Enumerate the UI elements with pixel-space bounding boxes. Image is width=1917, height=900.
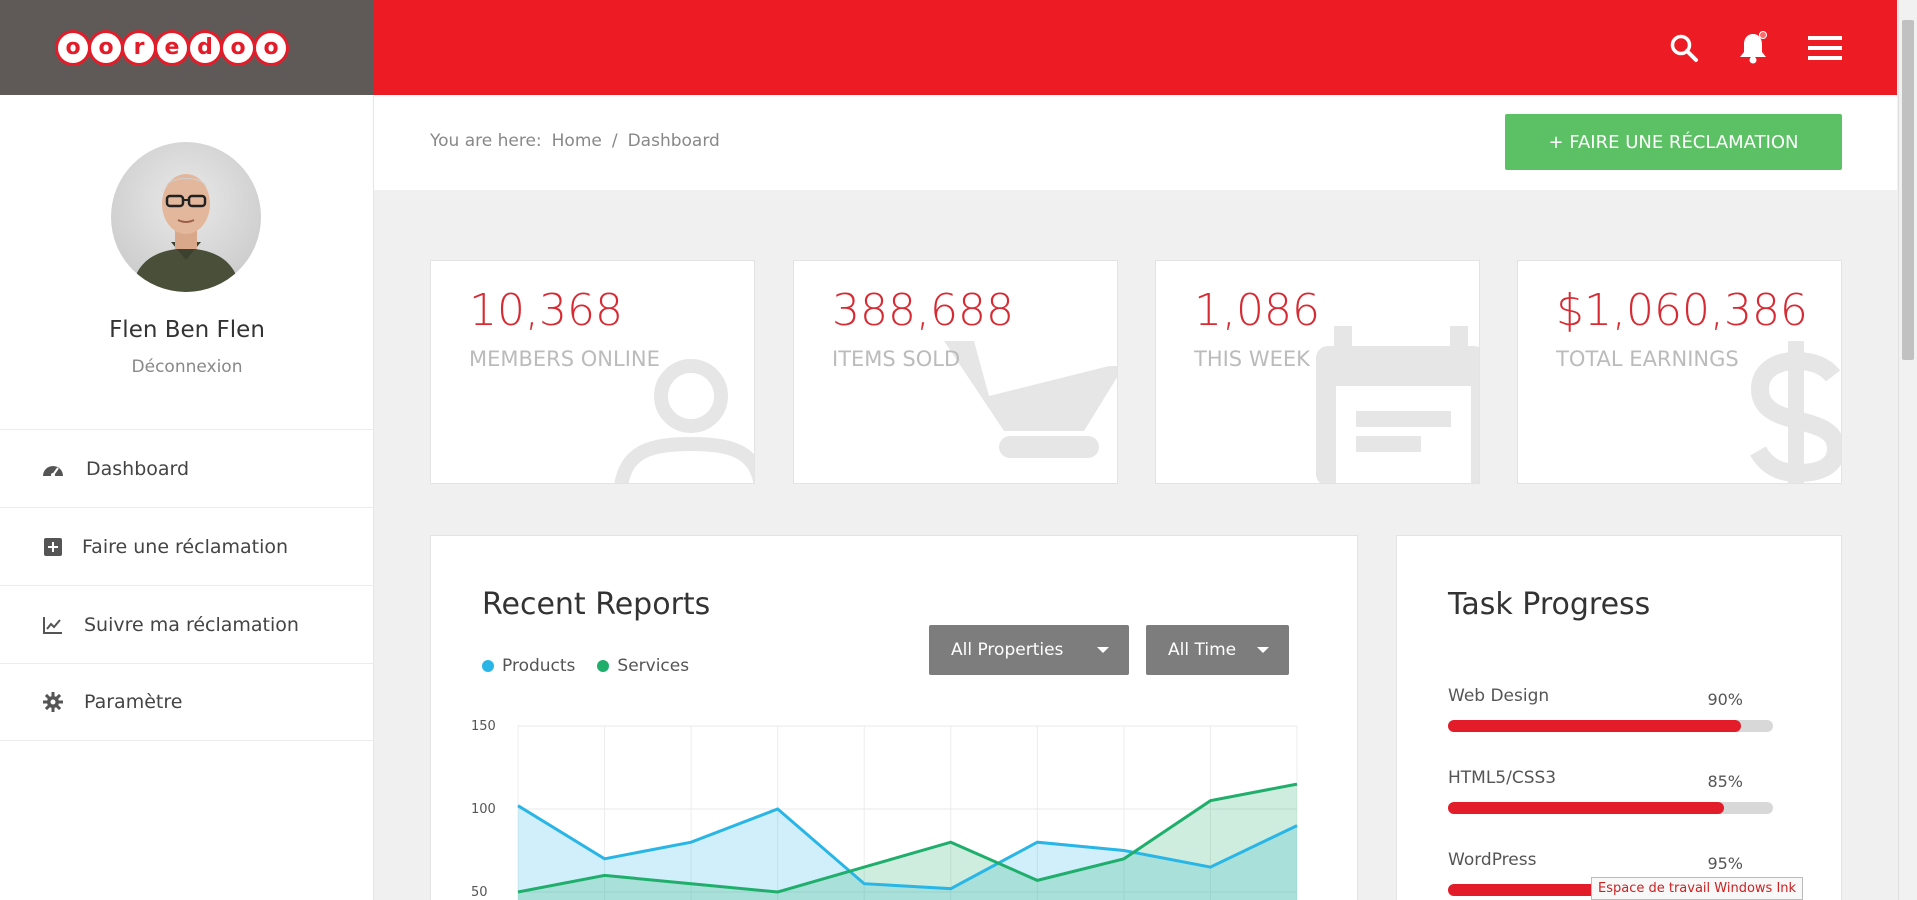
all-properties-dropdown[interactable]: All Properties	[929, 625, 1129, 675]
task-percent: 95%	[1707, 854, 1743, 873]
stat-value: 388,688	[832, 285, 1014, 336]
legend-label-products: Products	[502, 656, 576, 676]
stat-card-week: 1,086 THIS WEEK	[1155, 260, 1480, 484]
y-tick-label: 50	[471, 885, 488, 900]
sidebar-item-label: Faire une réclamation	[82, 535, 289, 558]
caret-down-icon	[1257, 647, 1269, 653]
breadcrumb-separator: /	[611, 131, 618, 151]
legend-label-services: Services	[617, 656, 690, 676]
progress-track	[1448, 802, 1773, 814]
sidebar-item-parametre[interactable]: Paramètre	[0, 663, 374, 741]
products-legend-dot	[482, 660, 494, 672]
logo-letter: d	[190, 32, 220, 63]
faire-reclamation-button[interactable]: + FAIRE UNE RÉCLAMATION	[1505, 114, 1842, 170]
progress-track	[1448, 720, 1773, 732]
bell-icon[interactable]	[1733, 28, 1773, 68]
cart-icon	[944, 341, 1117, 458]
plus-square-icon	[42, 536, 64, 558]
scrollbar-thumb[interactable]	[1902, 20, 1914, 360]
stat-value: 10,368	[469, 285, 623, 336]
sidebar-item-label: Paramètre	[84, 691, 183, 713]
breadcrumb-current: Dashboard	[627, 131, 720, 151]
card-title: Task Progress	[1448, 587, 1651, 622]
top-navbar	[374, 0, 1897, 95]
user-icon	[614, 359, 754, 483]
breadcrumb: You are here: Home / Dashboard	[430, 131, 720, 151]
services-legend-dot	[597, 660, 610, 672]
breadcrumb-home-link[interactable]: Home	[552, 131, 602, 151]
y-tick-label: 150	[471, 719, 496, 734]
user-name: Flen Ben Flen	[109, 317, 265, 343]
chart-legend: Products Services	[482, 656, 689, 676]
hamburger-menu-icon[interactable]	[1805, 28, 1845, 68]
task-row: Web Design 90%	[1448, 686, 1773, 732]
logo-letter: o	[223, 32, 253, 63]
avatar[interactable]	[111, 142, 261, 292]
task-progress-card: Task Progress Web Design 90% HTML5/CSS3 85%…	[1396, 535, 1842, 900]
stat-label: TOTAL EARNINGS	[1556, 347, 1739, 371]
caret-down-icon	[1097, 647, 1109, 653]
y-tick-label: 100	[471, 802, 496, 817]
stat-card-earnings: $1,060,386 TOTAL EARNINGS	[1517, 260, 1842, 484]
task-percent: 90%	[1707, 690, 1743, 709]
sidebar-item-faire-reclamation[interactable]: Faire une réclamation	[0, 507, 374, 585]
calendar-icon	[1316, 326, 1479, 483]
stat-label: MEMBERS ONLINE	[469, 347, 660, 371]
sidebar-item-suivre-reclamation[interactable]: Suivre ma réclamation	[0, 585, 374, 663]
stat-card-items: 388,688 ITEMS SOLD	[793, 260, 1118, 484]
gear-icon	[42, 691, 64, 713]
stat-value: 1,086	[1194, 285, 1320, 336]
logo-letter: o	[256, 32, 286, 63]
windows-ink-tooltip: Espace de travail Windows Ink	[1591, 877, 1804, 900]
logo-letter: e	[157, 32, 187, 63]
progress-fill	[1448, 802, 1725, 814]
recent-reports-card: Recent Reports Products Services All Pro…	[430, 535, 1358, 900]
dollar-icon	[1750, 341, 1841, 483]
progress-fill	[1448, 720, 1741, 732]
sidebar-item-label: Dashboard	[86, 457, 190, 480]
breadcrumb-prefix: You are here:	[430, 131, 542, 151]
card-title: Recent Reports	[482, 587, 711, 622]
sidebar-item-label: Suivre ma réclamation	[84, 613, 299, 636]
dashboard-gauge-icon	[42, 458, 64, 480]
sidebar-item-dashboard[interactable]: Dashboard	[0, 429, 374, 507]
logo-letter: o	[91, 32, 121, 63]
reports-area-chart: 150 100 50	[471, 719, 1298, 900]
ooredoo-logo[interactable]: ooredoo	[58, 32, 286, 63]
sidebar-menu: Dashboard Faire une réclamation Suivre m…	[0, 429, 374, 741]
task-percent: 85%	[1707, 772, 1743, 791]
line-chart-icon	[42, 614, 64, 636]
stat-card-members: 10,368 MEMBERS ONLINE	[430, 260, 755, 484]
dropdown-label: All Properties	[951, 640, 1064, 660]
dropdown-label: All Time	[1168, 640, 1237, 660]
stat-label: ITEMS SOLD	[832, 347, 961, 371]
logo-letter: r	[124, 32, 154, 63]
breadcrumb-bar: You are here: Home / Dashboard + FAIRE U…	[374, 95, 1897, 190]
logout-link[interactable]: Déconnexion	[0, 357, 374, 377]
sidebar: Flen Ben Flen Déconnexion Dashboard Fair…	[0, 95, 374, 900]
page-scrollbar[interactable]	[1898, 0, 1917, 900]
stat-label: THIS WEEK	[1194, 347, 1310, 371]
notification-dot	[1759, 31, 1767, 39]
search-icon[interactable]	[1664, 28, 1704, 68]
stat-value: $1,060,386	[1556, 285, 1808, 336]
task-row: HTML5/CSS3 85%	[1448, 768, 1773, 814]
all-time-dropdown[interactable]: All Time	[1146, 625, 1289, 675]
series-area-services	[518, 784, 1297, 900]
brand-area: ooredoo	[0, 0, 374, 95]
logo-letter: o	[58, 32, 88, 63]
